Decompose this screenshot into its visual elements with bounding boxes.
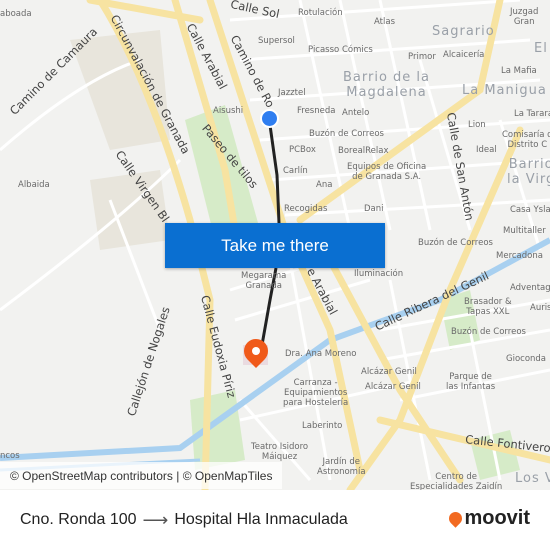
map-label: Buzón de Correos	[418, 238, 493, 248]
take-me-there-button[interactable]: Take me there	[165, 223, 385, 268]
area-label: Los V	[515, 471, 550, 486]
map-label: Megarama Granada	[241, 271, 287, 291]
map-label: Ideal	[476, 145, 497, 155]
map-label: Carlín	[283, 166, 308, 176]
area-label: Sagrario	[432, 24, 495, 39]
map-label: Laberinto	[302, 421, 343, 431]
map-label: aboada	[0, 9, 32, 19]
origin-marker[interactable]	[260, 109, 279, 128]
map-label: Supersol	[258, 36, 295, 46]
map-label: Buzón de Correos	[451, 327, 526, 337]
map-label: Aisushi	[213, 106, 244, 116]
area-label: Barrio la Virg	[507, 157, 550, 187]
area-label: El	[534, 41, 548, 56]
map-label: Adventag	[510, 283, 550, 293]
map-label: Comisaría d Distrito C	[502, 130, 550, 150]
map-label: Mercadona	[496, 251, 543, 261]
map-label: Fresneda	[297, 106, 336, 116]
map-label: Alcázar Genil	[361, 367, 417, 377]
moovit-pin-icon	[446, 509, 466, 528]
map-label: Lion	[468, 120, 486, 130]
map-label: Carranza - Equipamientos para Hostelería	[283, 378, 349, 408]
map-label: Auris	[530, 303, 550, 313]
map-label: Casa Ysla	[510, 205, 550, 215]
map-label: Brasador & Tapas XXL	[464, 297, 512, 317]
origin-name: Cno. Ronda 100	[20, 511, 137, 528]
map-label: Teatro Isidoro Máiquez	[251, 442, 309, 462]
arrow-right-icon: ⟶	[142, 509, 169, 530]
map-label: Jazztel	[278, 88, 306, 98]
brand-name: moovit	[464, 507, 530, 529]
map-label: Alcázar Genil	[365, 382, 421, 392]
map-label: Juzgad Gran	[510, 7, 539, 27]
map-label: Recogidas	[284, 204, 328, 214]
area-label: Barrio de la Magdalena	[343, 70, 431, 100]
map-label: La Tarara	[514, 109, 550, 119]
map-label: ncos	[0, 451, 20, 461]
map-label: Centro de Especialidades Zaidín	[410, 472, 503, 490]
area-label: La Manigua	[462, 83, 547, 98]
map-label: Ana	[316, 180, 333, 190]
map-label: Primor	[408, 52, 436, 62]
map-label: Dra. Ana Moreno	[285, 349, 357, 359]
map-label: Buzón de Correos	[309, 129, 384, 139]
map-label: Parque de las Infantas	[446, 372, 496, 392]
map[interactable]: aboada Calle Sol Rotulación Atlas Juzgad…	[0, 0, 550, 490]
map-label: Rotulación	[298, 8, 343, 18]
map-label: Picasso Cómics	[308, 45, 373, 55]
destination-name: Hospital Hla Inmaculada	[174, 511, 348, 528]
map-label: Gioconda	[506, 354, 547, 364]
map-label: Antelo	[342, 108, 370, 118]
map-label: Alcaicería	[443, 50, 485, 60]
map-attribution[interactable]: © OpenStreetMap contributors | © OpenMap…	[0, 462, 283, 489]
map-label: Dani	[364, 204, 384, 214]
map-label: PCBox	[289, 145, 316, 155]
map-label: Equipos de Oficina de Granada S.A.	[347, 162, 427, 182]
moovit-logo: moovit	[446, 507, 530, 530]
map-label: BorealRelax	[338, 146, 389, 156]
map-label: Albaida	[18, 180, 50, 190]
map-label: Multitaller	[503, 226, 546, 236]
map-label: La Mafia	[501, 66, 537, 76]
map-label: Jardín de Astronomía	[317, 457, 366, 477]
map-label: Atlas	[374, 17, 395, 27]
